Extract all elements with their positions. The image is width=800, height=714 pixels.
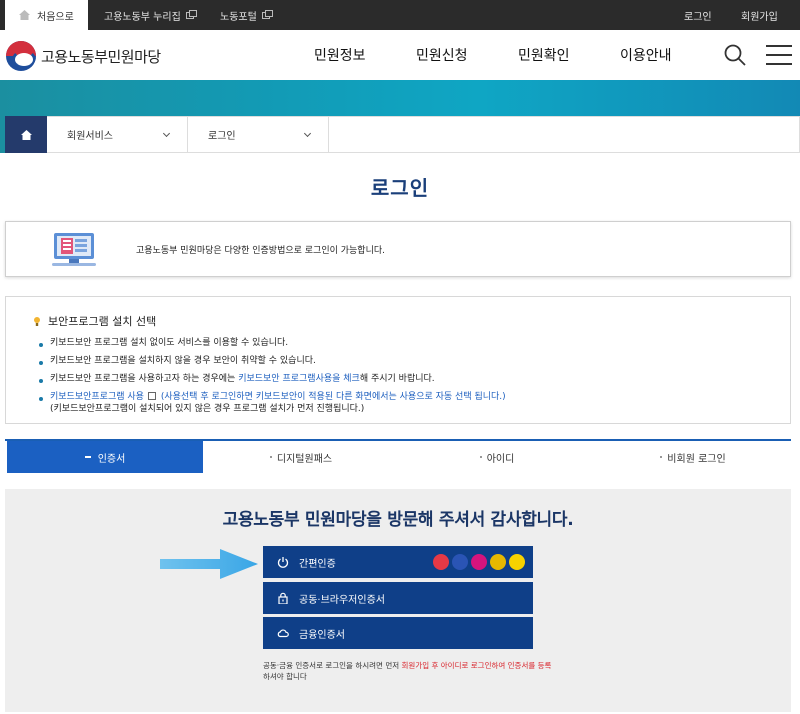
home-link[interactable]: 처음으로	[5, 0, 88, 30]
home-icon	[20, 129, 32, 140]
note-text: 공동·금융 인증서로 로그인을 하시려면 먼저	[263, 661, 402, 670]
list-item-highlight: 키보드보안 프로그램사용을 체크	[238, 374, 360, 384]
dot-icon	[479, 456, 482, 458]
joint-certificate-button[interactable]: 공동·브라우저인증서	[263, 582, 533, 614]
info-text: 고용노동부 민원마당은 다양한 인증방법으로 로그인이 가능합니다.	[136, 246, 386, 256]
security-program-box: 보안프로그램 설치 선택 키보드보안 프로그램 설치 없이도 서비스를 이용할 …	[5, 296, 791, 424]
tab-certificate[interactable]: 인증서	[7, 441, 203, 473]
login-panel: 고용노동부 민원마당을 방문해 주셔서 감사합니다. 간편인증 공동·브라우저인…	[5, 489, 791, 712]
security-title: 보안프로그램 설치 선택	[34, 313, 156, 329]
list-item-text: 키보드보안 프로그램을 사용하고자 하는 경우에는	[50, 374, 239, 384]
nav-usage-guide[interactable]: 이용안내	[620, 30, 672, 80]
tab-digital-onepass[interactable]: 디지털원패스	[203, 441, 399, 473]
cloud-icon	[277, 629, 289, 638]
list-item: 키보드보안프로그램 사용 (사용선택 후 로그인하면 키보드보안이 적용된 다른…	[39, 391, 770, 415]
keyboard-security-label: 키보드보안프로그램 사용	[50, 392, 144, 402]
joint-certificate-label: 공동·브라우저인증서	[299, 594, 385, 606]
dot-icon	[269, 456, 272, 458]
logo-text: 고용노동부민원마당	[41, 47, 161, 66]
lock-icon	[278, 592, 288, 604]
auth-provider-icons	[433, 554, 525, 570]
page-title: 로그인	[370, 176, 430, 200]
external-link-icon	[185, 9, 197, 19]
search-icon[interactable]	[724, 44, 746, 66]
tab-label: 비회원 로그인	[667, 453, 726, 465]
list-item: 키보드보안 프로그램을 사용하고자 하는 경우에는 키보드보안 프로그램사용을 …	[39, 373, 770, 385]
moel-site-link[interactable]: 고용노동부 누리집	[104, 0, 197, 30]
tab-guest-login[interactable]: 비회원 로그인	[595, 441, 791, 473]
info-box: 고용노동부 민원마당은 다양한 인증방법으로 로그인이 가능합니다.	[5, 221, 791, 277]
tab-label: 아이디	[486, 453, 515, 465]
arrow-right-icon	[160, 549, 258, 579]
toss-icon	[433, 554, 449, 570]
bulb-icon	[34, 316, 40, 326]
utility-bar: 처음으로 고용노동부 누리집 노동포털 로그인 회원가입	[0, 0, 800, 30]
top-login-link[interactable]: 로그인	[684, 0, 712, 30]
finance-certificate-button[interactable]: 금융인증서	[263, 617, 533, 649]
tab-label: 디지털원패스	[276, 453, 333, 465]
tab-label: 인증서	[97, 453, 126, 465]
note-text: 하셔야 합니다	[263, 672, 307, 681]
pass-pink-icon	[471, 554, 487, 570]
tab-id[interactable]: 아이디	[399, 441, 595, 473]
computer-illustration-icon	[52, 233, 96, 266]
breadcrumb: 회원서비스 로그인	[5, 116, 800, 153]
keyboard-security-note: (사용선택 후 로그인하면 키보드보안이 적용된 다른 화면에서는 사용으로 자…	[160, 392, 506, 402]
list-item-text: 해 주시기 바랍니다.	[359, 374, 435, 384]
nav-civil-info[interactable]: 민원정보	[314, 30, 366, 80]
breadcrumb-login[interactable]: 로그인	[188, 117, 329, 152]
security-title-text: 보안프로그램 설치 선택	[48, 315, 157, 328]
labor-portal-label: 노동포털	[220, 11, 257, 23]
certificate-note: 공동·금융 인증서로 로그인을 하시려면 먼저 회원가입 후 아이디로 로그인하…	[263, 660, 553, 682]
chevron-down-icon	[162, 129, 171, 137]
security-list: 키보드보안 프로그램 설치 없이도 서비스를 이용할 수 있습니다. 키보드보안…	[39, 337, 770, 415]
home-link-label: 처음으로	[37, 11, 74, 23]
finance-certificate-label: 금융인증서	[299, 629, 345, 641]
kb-icon	[490, 554, 506, 570]
breadcrumb-label: 로그인	[208, 131, 236, 142]
site-logo[interactable]: 고용노동부민원마당	[6, 41, 161, 71]
external-link-icon	[261, 9, 273, 19]
breadcrumb-member-service[interactable]: 회원서비스	[47, 117, 188, 152]
moel-site-label: 고용노동부 누리집	[104, 11, 181, 23]
kakao-icon	[509, 554, 525, 570]
simple-auth-label: 간편인증	[299, 558, 336, 570]
welcome-heading: 고용노동부 민원마당을 방문해 주셔서 감사합니다.	[222, 510, 574, 530]
power-icon	[277, 557, 289, 568]
keyboard-security-checkbox[interactable]	[147, 392, 156, 400]
breadcrumb-home[interactable]	[5, 116, 47, 153]
site-header: 고용노동부민원마당 민원정보 민원신청 민원확인 이용안내	[0, 30, 800, 80]
list-item: 키보드보안 프로그램을 설치하지 않을 경우 보안이 취약할 수 있습니다.	[39, 355, 770, 367]
dash-icon	[84, 456, 91, 458]
list-item: 키보드보안 프로그램 설치 없이도 서비스를 이용할 수 있습니다.	[39, 337, 770, 349]
hamburger-menu-icon[interactable]	[766, 45, 792, 65]
pass-icon	[452, 554, 468, 570]
chevron-down-icon	[303, 129, 312, 137]
nav-civil-apply[interactable]: 민원신청	[416, 30, 468, 80]
simple-auth-button[interactable]: 간편인증	[263, 546, 533, 578]
labor-portal-link[interactable]: 노동포털	[220, 0, 273, 30]
dot-icon	[660, 456, 663, 458]
login-method-tabs: 인증서 디지털원패스 아이디 비회원 로그인	[5, 439, 791, 473]
breadcrumb-label: 회원서비스	[67, 131, 113, 142]
keyboard-security-subnote: (키보드보안프로그램이 설치되어 있지 않은 경우 프로그램 설치가 먼저 진행…	[50, 404, 365, 414]
government-emblem-icon	[6, 41, 36, 71]
top-signup-link[interactable]: 회원가입	[741, 0, 778, 30]
nav-civil-check[interactable]: 민원확인	[518, 30, 570, 80]
home-icon	[19, 10, 30, 20]
note-highlight: 회원가입 후 아이디로 로그인하여 인증서를 등록	[401, 661, 552, 670]
